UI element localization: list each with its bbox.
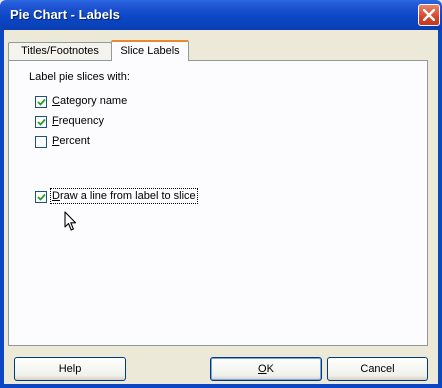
category-name-label: Category name <box>52 95 128 107</box>
cancel-button-label: Cancel <box>360 363 395 375</box>
window-title: Pie Chart - Labels <box>10 7 120 22</box>
ok-button-label: OK <box>258 363 274 375</box>
title-bar[interactable]: Pie Chart - Labels <box>0 0 442 30</box>
tab-titles-footnotes[interactable]: Titles/Footnotes <box>8 42 112 60</box>
frequency-label: Frequency <box>52 115 104 127</box>
window-frame-bottom <box>0 384 442 388</box>
draw-line-label: Draw a line from label to slice <box>50 188 198 204</box>
checkmark-icon <box>37 193 46 201</box>
group-label: Label pie slices with: <box>29 71 130 83</box>
cancel-button[interactable]: Cancel <box>327 357 428 381</box>
window-frame-right <box>438 30 442 388</box>
checkmark-icon <box>37 98 46 106</box>
window-frame-left <box>0 30 4 388</box>
tab-label: Titles/Footnotes <box>21 45 99 57</box>
percent-label: Percent <box>52 135 90 147</box>
percent-checkbox[interactable] <box>35 136 47 148</box>
ok-button[interactable]: OK <box>210 357 322 381</box>
help-button[interactable]: Help <box>14 357 126 381</box>
close-icon <box>423 9 435 21</box>
help-button-label: Help <box>58 363 82 375</box>
frequency-checkbox[interactable] <box>35 116 47 128</box>
slice-labels-panel: Label pie slices with: Category name Fre… <box>8 60 428 346</box>
mouse-pointer-icon <box>64 211 77 231</box>
category-name-checkbox[interactable] <box>35 96 47 108</box>
checkmark-icon <box>37 118 46 126</box>
tab-label: Slice Labels <box>120 45 180 57</box>
close-button[interactable] <box>418 4 440 26</box>
draw-line-checkbox[interactable] <box>35 191 47 203</box>
tab-slice-labels[interactable]: Slice Labels <box>111 40 189 61</box>
